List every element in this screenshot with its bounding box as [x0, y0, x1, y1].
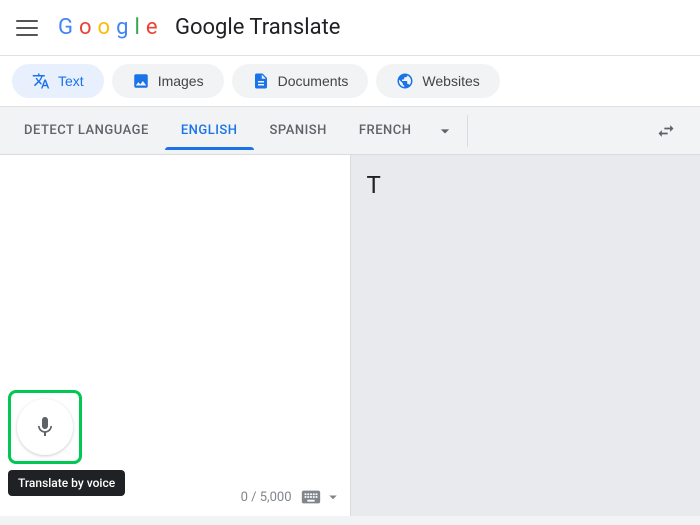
chevron-down-icon	[435, 121, 455, 141]
logo-letter-g2: g	[116, 15, 128, 40]
tab-text-label: Text	[58, 73, 84, 89]
logo-letter-l: l	[134, 15, 139, 40]
target-text: T	[367, 171, 685, 199]
tab-documents-label: Documents	[278, 73, 349, 89]
tab-websites[interactable]: Websites	[376, 64, 499, 98]
lang-divider	[467, 115, 468, 147]
logo: Google Google Translate	[58, 15, 340, 40]
tab-documents[interactable]: Documents	[232, 64, 369, 98]
tab-text[interactable]: Text	[12, 64, 104, 98]
lang-detect[interactable]: DETECT LANGUAGE	[8, 111, 165, 150]
logo-letter-o2: o	[98, 15, 111, 40]
image-icon	[132, 72, 150, 90]
menu-button[interactable]	[16, 20, 38, 36]
translate-icon	[32, 72, 50, 90]
source-footer: 0 / 5,000	[8, 486, 342, 508]
tab-images[interactable]: Images	[112, 64, 224, 98]
document-icon	[252, 72, 270, 90]
lang-swap-button[interactable]	[648, 113, 684, 149]
language-bar: DETECT LANGUAGE ENGLISH SPANISH FRENCH	[0, 107, 700, 155]
logo-product-name: Google Translate	[175, 15, 340, 40]
chevron-down-small-icon	[324, 488, 342, 506]
tab-websites-label: Websites	[422, 73, 479, 89]
tab-images-label: Images	[158, 73, 204, 89]
mic-button[interactable]	[17, 399, 73, 455]
header: Google Google Translate	[0, 0, 700, 56]
microphone-icon	[33, 415, 57, 439]
target-panel: T	[351, 155, 700, 516]
translation-area: Translate by voice 0 / 5,000 T	[0, 155, 700, 516]
globe-icon	[396, 72, 414, 90]
lang-english[interactable]: ENGLISH	[165, 111, 254, 150]
swap-icon	[656, 121, 676, 141]
lang-french[interactable]: FRENCH	[343, 111, 428, 150]
keyboard-icon	[300, 486, 322, 508]
logo-letter-e: e	[146, 15, 158, 40]
logo-letter-o1: o	[79, 15, 92, 40]
keyboard-button[interactable]	[300, 486, 342, 508]
source-panel: Translate by voice 0 / 5,000	[0, 155, 351, 516]
lang-more-button[interactable]	[427, 113, 463, 149]
char-count: 0 / 5,000	[241, 490, 292, 505]
tab-bar: Text Images Documents Websites	[0, 56, 700, 107]
logo-letter-g: G	[58, 15, 73, 40]
lang-spanish[interactable]: SPANISH	[254, 111, 343, 150]
mic-wrapper: Translate by voice	[8, 390, 82, 464]
mic-highlight-box	[8, 390, 82, 464]
